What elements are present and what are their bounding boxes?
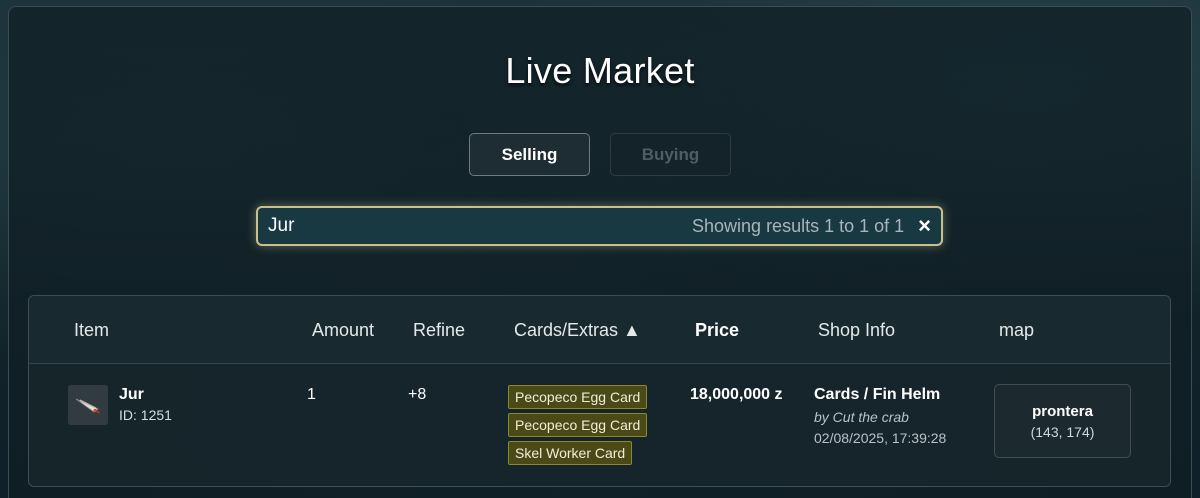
column-header-cards[interactable]: Cards/Extras ▲ — [514, 320, 641, 341]
search-input[interactable] — [268, 215, 693, 237]
card-badge: Skel Worker Card — [508, 441, 633, 465]
page-title: Live Market — [505, 50, 695, 91]
shop-timestamp: 02/08/2025, 17:39:28 — [814, 430, 947, 446]
map-coordinates: (143, 174) — [1030, 423, 1095, 440]
tab-selling[interactable]: Selling — [469, 133, 590, 176]
item-refine: +8 — [408, 386, 427, 403]
card-badge: Pecopeco Egg Card — [508, 385, 648, 409]
market-table: Item Amount Refine Cards/Extras ▲ Price … — [28, 295, 1171, 487]
column-header-price[interactable]: Price — [695, 320, 739, 341]
column-header-refine[interactable]: Refine — [413, 320, 465, 341]
item-name[interactable]: Jur — [119, 386, 144, 404]
market-tabs: Selling Buying — [469, 133, 731, 176]
item-id: ID: 1251 — [119, 407, 172, 423]
table-header: Item Amount Refine Cards/Extras ▲ Price … — [29, 296, 1170, 364]
map-button[interactable]: prontera (143, 174) — [994, 384, 1131, 458]
column-header-shop-info[interactable]: Shop Info — [818, 320, 895, 341]
column-header-map[interactable]: map — [999, 320, 1034, 341]
shop-name: Cards / Fin Helm — [814, 386, 941, 403]
column-header-item[interactable]: Item — [74, 320, 109, 341]
map-name: prontera — [1032, 402, 1093, 420]
results-count: Showing results 1 to 1 of 1 — [692, 215, 905, 236]
shop-owner: by Cut the crab — [814, 409, 909, 425]
cards-list: Pecopeco Egg Card Pecopeco Egg Card Skel… — [508, 385, 648, 465]
sword-item-icon — [68, 385, 108, 425]
table-row: Jur ID: 1251 1 +8 Pecopeco Egg Card Peco… — [29, 364, 1170, 486]
search-bar: Showing results 1 to 1 of 1 × — [256, 206, 943, 246]
tab-buying[interactable]: Buying — [610, 133, 731, 176]
item-price: 18,000,000 z — [690, 386, 783, 403]
column-header-amount[interactable]: Amount — [312, 320, 374, 341]
card-badge: Pecopeco Egg Card — [508, 413, 648, 437]
item-amount: 1 — [307, 386, 316, 403]
clear-icon[interactable]: × — [918, 215, 931, 237]
